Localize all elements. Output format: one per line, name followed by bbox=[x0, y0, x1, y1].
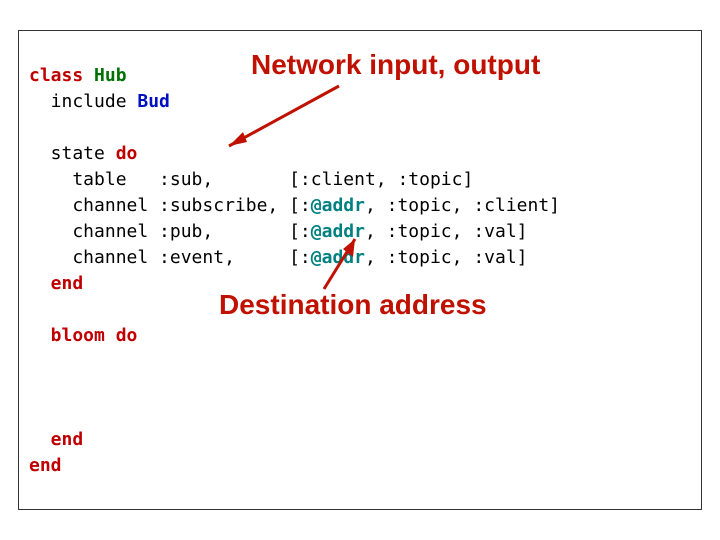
slide-frame: class Hub include Bud state do table :su… bbox=[18, 30, 702, 510]
arrow-destination-to-addr-icon bbox=[19, 31, 719, 531]
